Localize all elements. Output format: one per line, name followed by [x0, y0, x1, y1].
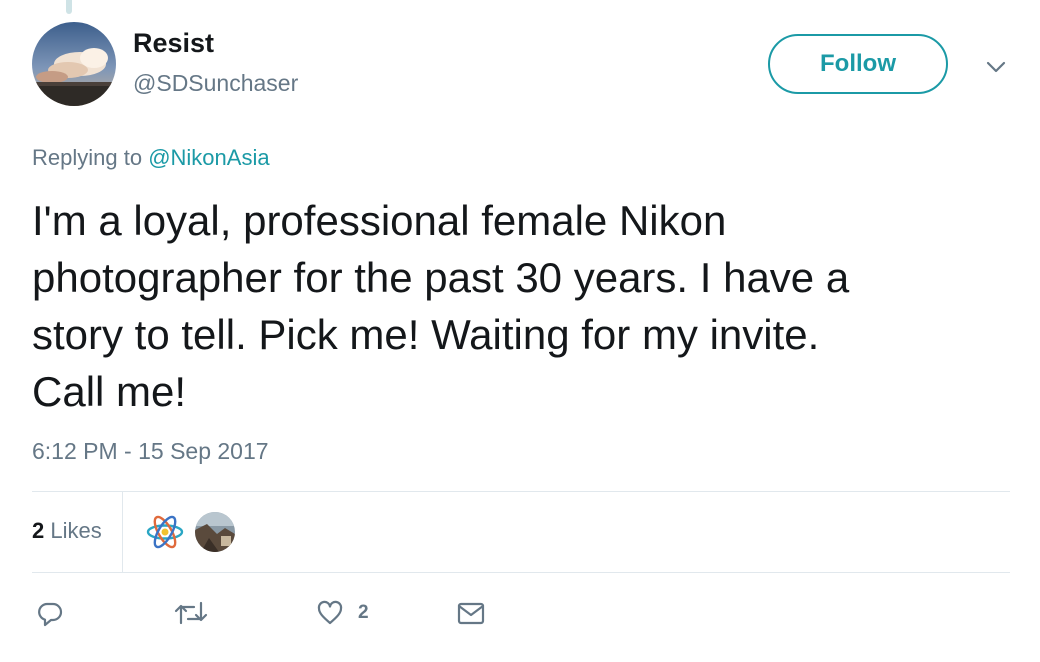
like-button[interactable]: 2 — [316, 597, 369, 629]
divider — [32, 491, 1010, 492]
divider — [32, 572, 1010, 573]
display-name[interactable]: Resist — [133, 28, 214, 59]
likes-label: Likes — [50, 518, 102, 543]
tweet-text-line: photographer for the past 30 years. I ha… — [32, 254, 850, 301]
author-avatar[interactable] — [32, 22, 116, 106]
likes-count[interactable]: 2 Likes — [32, 518, 102, 544]
replying-to: Replying to @NikonAsia — [32, 145, 270, 171]
heart-icon — [317, 600, 343, 625]
reply-button[interactable] — [36, 597, 64, 629]
liker-avatar[interactable] — [145, 512, 185, 552]
chevron-down-icon[interactable] — [983, 54, 1009, 80]
thread-line — [66, 0, 72, 14]
mail-icon — [457, 602, 485, 625]
divider — [122, 492, 123, 572]
likes-number: 2 — [32, 518, 45, 543]
retweet-icon — [174, 601, 208, 625]
timestamp[interactable]: 6:12 PM - 15 Sep 2017 — [32, 438, 269, 465]
retweet-button[interactable] — [174, 597, 208, 629]
direct-message-button[interactable] — [456, 597, 486, 629]
mention-link[interactable]: @NikonAsia — [148, 145, 269, 170]
replying-prefix: Replying to — [32, 145, 143, 170]
liker-avatar[interactable] — [195, 512, 235, 552]
atom-icon — [145, 512, 185, 552]
tweet-text-line: Call me! — [32, 368, 187, 415]
tweet-text-line: story to tell. Pick me! Waiting for my i… — [32, 311, 820, 358]
tweet-text-line: I'm a loyal, professional female Nikon — [32, 197, 727, 244]
follow-button[interactable]: Follow — [768, 34, 948, 94]
like-count: 2 — [358, 602, 369, 623]
user-handle[interactable]: @SDSunchaser — [133, 70, 298, 97]
tweet-text: I'm a loyal, professional female Nikon p… — [32, 192, 992, 420]
reply-icon — [38, 602, 63, 627]
